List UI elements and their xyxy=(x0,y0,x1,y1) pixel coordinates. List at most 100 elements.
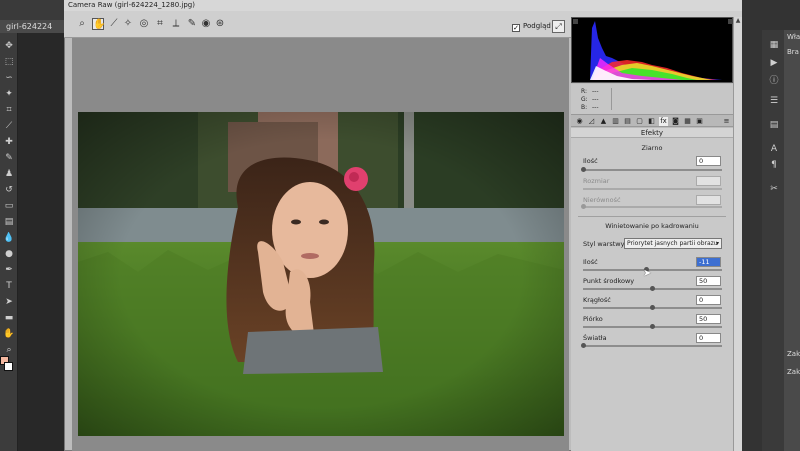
snapshots-tab-icon[interactable]: ▣ xyxy=(695,117,704,126)
marquee-tool-icon[interactable]: ⬚ xyxy=(3,57,15,67)
r-value: --- xyxy=(592,88,599,95)
mouse-cursor-icon: ➤ xyxy=(643,268,652,279)
vignette-highlights-label: Światła xyxy=(583,334,607,342)
background-color-swatch[interactable] xyxy=(4,362,13,371)
crop-icon[interactable]: ⌗ xyxy=(154,18,166,30)
red-eye-icon[interactable]: ◉ xyxy=(200,18,212,30)
fx-tab-icon[interactable]: fx xyxy=(659,117,668,126)
grain-amount-label: Ilość xyxy=(583,157,598,165)
white-balance-icon[interactable]: ⟋ xyxy=(108,18,120,30)
vignette-midpoint-field[interactable]: 50 xyxy=(696,276,721,286)
grain-size-slider[interactable] xyxy=(583,188,722,190)
move-tool-icon[interactable]: ✥ xyxy=(3,41,15,51)
character-icon[interactable]: A xyxy=(768,144,780,154)
grain-amount-slider[interactable] xyxy=(583,169,722,171)
color-sampler-icon[interactable]: ✧ xyxy=(122,18,134,30)
blur-tool-icon[interactable]: 💧 xyxy=(3,233,15,243)
shadow-clipping-icon[interactable] xyxy=(573,19,578,24)
b-value: --- xyxy=(592,104,599,111)
vignette-amount-slider[interactable] xyxy=(583,269,722,271)
r-label: R: xyxy=(581,88,588,95)
path-select-tool-icon[interactable]: ➤ xyxy=(3,297,15,307)
chevron-down-icon: ▾ xyxy=(715,240,719,247)
camera-calibration-tab-icon[interactable]: ◙ xyxy=(671,117,680,126)
dodge-tool-icon[interactable]: ● xyxy=(3,249,15,259)
paragraph-icon[interactable]: ¶ xyxy=(768,160,780,170)
brush-tool-icon[interactable]: ✎ xyxy=(3,153,15,163)
lasso-tool-icon[interactable]: ∽ xyxy=(3,73,15,83)
g-value: --- xyxy=(592,96,599,103)
hand-icon[interactable]: ✋ xyxy=(92,18,105,30)
divider xyxy=(611,88,612,110)
eraser-tool-icon[interactable]: ▭ xyxy=(3,201,15,211)
document-tab[interactable]: girl-624224 xyxy=(0,20,64,33)
type-tool-icon[interactable]: T xyxy=(3,281,15,291)
vignette-feather-field[interactable]: 50 xyxy=(696,314,721,324)
layers-icon[interactable]: ▤ xyxy=(768,120,780,130)
photoshop-toolbar: ✥ ⬚ ∽ ✦ ⌗ ⟋ ✚ ✎ ♟ ↺ ▭ ▤ 💧 ● ✒ T ➤ ▬ ✋ ⌕ xyxy=(0,33,18,451)
preview-checkbox[interactable]: ✓ xyxy=(512,24,520,32)
vignette-roundness-handle[interactable] xyxy=(650,305,655,310)
straighten-icon[interactable]: ⟂ xyxy=(170,18,182,30)
history-panel-icon[interactable]: ▦ xyxy=(768,40,780,50)
play-icon[interactable]: ▶ xyxy=(768,58,780,68)
vignette-style-value: Priorytet jasnych partii obrazu xyxy=(627,240,718,247)
eyedropper-tool-icon[interactable]: ⟋ xyxy=(3,121,15,131)
tools-icon[interactable]: ✂ xyxy=(768,184,780,194)
basic-tab-icon[interactable]: ◉ xyxy=(575,117,584,126)
grain-roughness-slider[interactable] xyxy=(583,206,722,208)
rgb-readout: R: --- G: --- B: --- xyxy=(571,84,733,114)
hsl-tab-icon[interactable]: ▥ xyxy=(611,117,620,126)
zoom-icon[interactable]: ⌕ xyxy=(76,18,88,30)
info-panel-icon[interactable]: ⓘ xyxy=(768,76,780,86)
zoom-tool-icon[interactable]: ⌕ xyxy=(3,345,15,355)
panel-menu-icon[interactable]: ≡ xyxy=(722,117,731,126)
vignette-style-select[interactable]: Priorytet jasnych partii obrazu ▾ xyxy=(624,238,722,249)
panel-scrollbar[interactable]: ▲ xyxy=(733,17,742,451)
adjustment-brush-icon[interactable]: ⊛ xyxy=(214,18,226,30)
photo-preview xyxy=(78,112,564,436)
adjustments-icon[interactable]: ☰ xyxy=(768,96,780,106)
vignette-highlights-slider[interactable] xyxy=(583,345,722,347)
magic-wand-tool-icon[interactable]: ✦ xyxy=(3,89,15,99)
spot-removal-icon[interactable]: ✎ xyxy=(186,18,198,30)
grain-roughness-field[interactable] xyxy=(696,195,721,205)
detail-tab-icon[interactable]: ▲ xyxy=(599,117,608,126)
preview-label: Podgląd xyxy=(523,22,551,30)
vignette-feather-handle[interactable] xyxy=(650,324,655,329)
grain-roughness-label: Nierówność xyxy=(583,196,621,204)
stamp-tool-icon[interactable]: ♟ xyxy=(3,169,15,179)
b-label: B: xyxy=(581,104,588,111)
vignette-highlights-handle[interactable] xyxy=(580,343,586,348)
scroll-up-icon[interactable]: ▲ xyxy=(734,17,742,25)
effects-tab-icon[interactable]: ◧ xyxy=(647,117,656,126)
vignette-section-title: Winietowanie po kadrowaniu xyxy=(605,222,699,230)
hand-tool-icon[interactable]: ✋ xyxy=(3,329,15,339)
pen-tool-icon[interactable]: ✒ xyxy=(3,265,15,275)
shape-tool-icon[interactable]: ▬ xyxy=(3,313,15,323)
targeted-adjustment-icon[interactable]: ◎ xyxy=(138,18,150,30)
grain-amount-handle[interactable] xyxy=(581,167,586,172)
vignette-highlights-field[interactable]: 0 xyxy=(696,333,721,343)
crop-tool-icon[interactable]: ⌗ xyxy=(3,105,15,115)
histogram xyxy=(571,17,733,83)
vignette-roundness-field[interactable]: 0 xyxy=(696,295,721,305)
vignette-amount-field[interactable]: -11 xyxy=(696,257,721,267)
lens-tab-icon[interactable]: ▢ xyxy=(635,117,644,126)
healing-tool-icon[interactable]: ✚ xyxy=(3,137,15,147)
presets-tab-icon[interactable]: ▦ xyxy=(683,117,692,126)
split-toning-tab-icon[interactable]: ▤ xyxy=(623,117,632,126)
vignette-roundness-label: Krągłość xyxy=(583,296,611,304)
grain-size-field[interactable] xyxy=(696,176,721,186)
fullscreen-toggle-icon[interactable]: ⤢ xyxy=(552,20,565,33)
grain-roughness-handle[interactable] xyxy=(581,204,586,209)
history-brush-tool-icon[interactable]: ↺ xyxy=(3,185,15,195)
vignette-midpoint-handle[interactable] xyxy=(650,286,655,291)
gradient-tool-icon[interactable]: ▤ xyxy=(3,217,15,227)
properties-panel xyxy=(784,30,800,451)
vignette-style-label: Styl warstwy: xyxy=(583,240,627,248)
tone-curve-tab-icon[interactable]: ◿ xyxy=(587,117,596,126)
dialog-title-bar: Camera Raw (girl-624224_1280.jpg) xyxy=(64,0,742,11)
vignette-feather-label: Piórko xyxy=(583,315,603,323)
grain-amount-field[interactable]: 0 xyxy=(696,156,721,166)
